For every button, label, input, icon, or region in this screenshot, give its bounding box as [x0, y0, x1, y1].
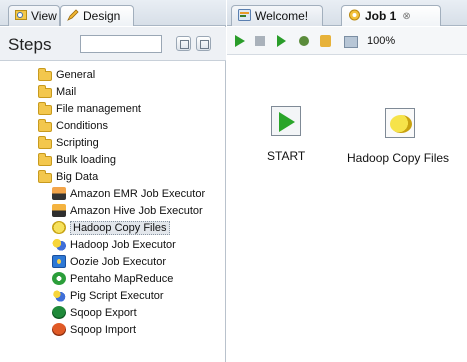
oozie-icon [52, 255, 66, 268]
editor-tab-bar: Welcome! Job 1 ⊗ [227, 0, 467, 26]
tree-folder-big-data[interactable]: Big Data [38, 168, 98, 185]
folder-icon [38, 84, 52, 98]
debug-icon[interactable] [297, 34, 311, 48]
close-tab-icon[interactable]: ⊗ [402, 11, 410, 22]
tree-item-label: Big Data [56, 170, 99, 183]
replay-icon[interactable] [319, 34, 333, 48]
pig-icon [52, 289, 66, 302]
collapse-all-button[interactable] [196, 36, 211, 51]
folder-icon [38, 101, 52, 115]
pencil-icon [67, 8, 79, 24]
tree-step-pig-script-executor[interactable]: Pig Script Executor [52, 287, 164, 304]
tree-item-label: Sqoop Import [70, 323, 137, 336]
tree-step-sqoop-export[interactable]: Sqoop Export [52, 304, 137, 321]
tree-item-label: Hadoop Copy Files [70, 220, 170, 235]
tree-folder-conditions[interactable]: Conditions [38, 117, 108, 134]
hadoop-job-icon [52, 238, 66, 251]
tree-step-hadoop-job-executor[interactable]: Hadoop Job Executor [52, 236, 176, 253]
tree-folder-bulk-loading[interactable]: Bulk loading [38, 151, 116, 168]
tree-item-label: General [56, 68, 96, 81]
steps-title: Steps [8, 35, 52, 54]
mapreduce-icon [52, 272, 66, 285]
tree-step-pentaho-mapreduce[interactable]: Pentaho MapReduce [52, 270, 173, 287]
job-editor: Welcome! Job 1 ⊗ 100% START Hadoop Copy … [227, 0, 467, 362]
tree-step-sqoop-import[interactable]: Sqoop Import [52, 321, 136, 338]
tab-view-label: View [31, 9, 57, 23]
run-icon[interactable] [235, 35, 245, 47]
steps-panel: View Design Steps General Mail File mana… [0, 0, 226, 362]
tree-item-label: File management [56, 102, 141, 115]
tree-step-hadoop-copy-files[interactable]: Hadoop Copy Files [52, 219, 170, 236]
sqoop-import-icon [52, 323, 66, 336]
job-icon [348, 9, 361, 24]
folder-icon [38, 169, 52, 183]
view-icon [15, 9, 27, 23]
tree-item-label: Pig Script Executor [70, 289, 164, 302]
tab-design[interactable]: Design [60, 5, 134, 26]
amazon-emr-icon [52, 187, 66, 200]
hadoop-icon [52, 221, 66, 234]
tab-welcome-label: Welcome! [255, 9, 309, 23]
tree-item-label: Sqoop Export [70, 306, 137, 319]
tree-folder-file-management[interactable]: File management [38, 100, 141, 117]
tree-folder-mail[interactable]: Mail [38, 83, 76, 100]
tree-item-label: Hadoop Job Executor [70, 238, 176, 251]
folder-icon [38, 135, 52, 149]
job-canvas[interactable]: START Hadoop Copy Files [227, 56, 467, 362]
start-step-icon[interactable] [271, 106, 301, 136]
steps-search-input[interactable] [80, 35, 162, 53]
tree-item-label: Mail [56, 85, 77, 98]
tree-step-amazon-emr[interactable]: Amazon EMR Job Executor [52, 185, 205, 202]
tree-item-label: Scripting [56, 136, 99, 149]
zoom-level[interactable]: 100% [367, 35, 395, 47]
folder-icon [38, 118, 52, 132]
tab-job-1-label: Job 1 [365, 9, 397, 23]
hadoop-copy-files-step-label: Hadoop Copy Files [347, 151, 450, 165]
tab-welcome[interactable]: Welcome! [231, 5, 323, 26]
tab-view[interactable]: View [8, 5, 60, 26]
tree-item-label: Pentaho MapReduce [70, 272, 174, 285]
tree-item-label: Conditions [56, 119, 108, 132]
folder-icon [38, 67, 52, 81]
left-tab-bar: View Design [0, 0, 226, 26]
tree-item-label: Bulk loading [56, 153, 116, 166]
sql-icon[interactable] [343, 34, 358, 48]
welcome-icon [238, 8, 251, 24]
steps-header: Steps [0, 27, 226, 61]
folder-icon [38, 152, 52, 166]
tab-job-1[interactable]: Job 1 ⊗ [341, 5, 441, 26]
amazon-hive-icon [52, 204, 66, 217]
tree-step-oozie-job-executor[interactable]: Oozie Job Executor [52, 253, 166, 270]
tree-item-label: Amazon EMR Job Executor [70, 187, 206, 200]
tree-step-amazon-hive[interactable]: Amazon Hive Job Executor [52, 202, 203, 219]
run-options-icon[interactable] [275, 34, 289, 48]
tab-design-label: Design [83, 9, 121, 23]
tree-item-label: Oozie Job Executor [70, 255, 166, 268]
sqoop-export-icon [52, 306, 66, 319]
expand-all-button[interactable] [176, 36, 191, 51]
tree-folder-general[interactable]: General [38, 66, 95, 83]
stop-icon[interactable] [255, 36, 265, 46]
editor-toolbar: 100% [227, 27, 467, 55]
hadoop-copy-files-step-icon[interactable] [385, 108, 415, 138]
tree-folder-scripting[interactable]: Scripting [38, 134, 99, 151]
tree-item-label: Amazon Hive Job Executor [70, 204, 203, 217]
start-step-label: START [267, 149, 306, 163]
